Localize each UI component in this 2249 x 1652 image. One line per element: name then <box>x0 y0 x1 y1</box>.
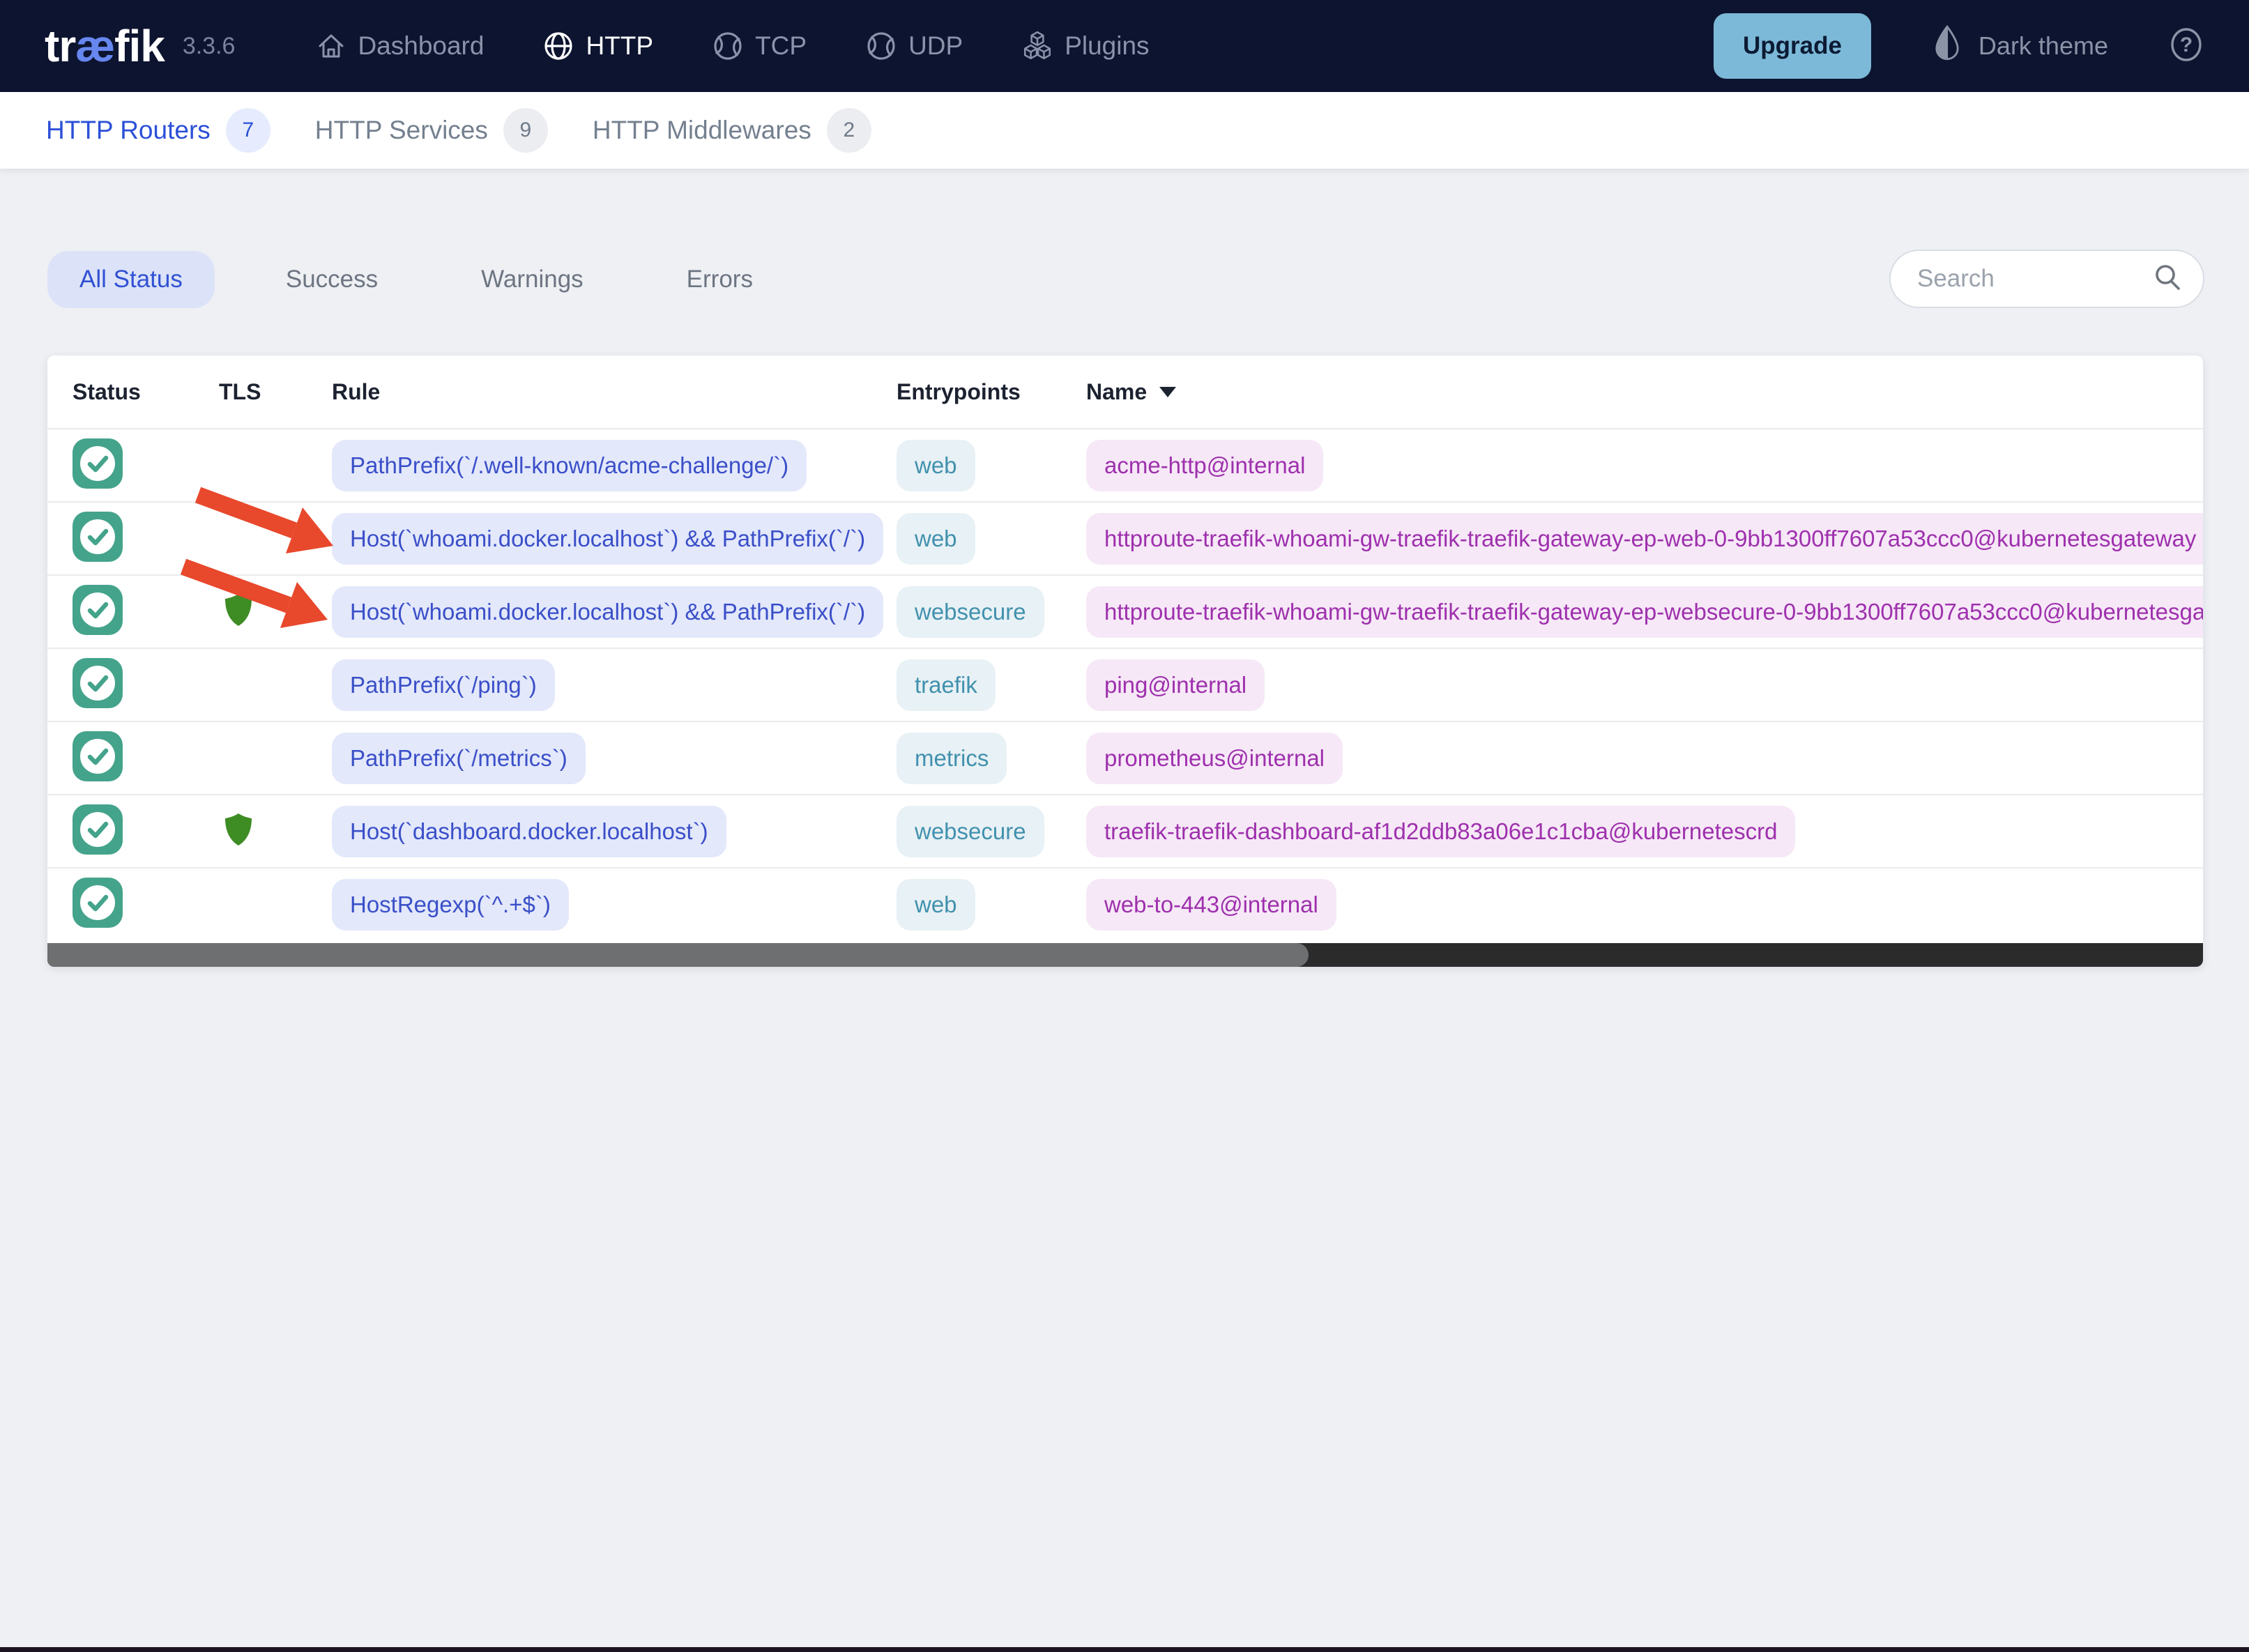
routers-table: Status TLS Rule Entrypoints Name PathPre… <box>47 355 2203 967</box>
sphere-icon <box>865 30 897 62</box>
entrypoint-chip: websecure <box>897 805 1044 857</box>
status-success-icon <box>73 585 123 635</box>
table-row[interactable]: Host(`whoami.docker.localhost`) && PathP… <box>47 501 2203 574</box>
nav-item-plugins[interactable]: Plugins <box>1021 30 1150 62</box>
dark-theme-label: Dark theme <box>1978 31 2108 60</box>
nav-item-label: Dashboard <box>358 31 485 60</box>
horizontal-scrollbar[interactable] <box>47 943 2203 967</box>
version-label: 3.3.6 <box>182 32 236 59</box>
name-chip: traefik-traefik-dashboard-af1d2ddb83a06e… <box>1086 805 1796 857</box>
sphere-icon <box>712 30 744 62</box>
tab-http-middlewares[interactable]: HTTP Middlewares 2 <box>593 108 871 153</box>
tab-http-services[interactable]: HTTP Services 9 <box>315 108 548 153</box>
search-icon <box>2151 261 2183 297</box>
window-edge <box>0 1647 2249 1652</box>
rule-chip: Host(`whoami.docker.localhost`) && PathP… <box>332 512 884 565</box>
rule-chip: Host(`whoami.docker.localhost`) && PathP… <box>332 586 884 638</box>
nav-item-http[interactable]: HTTP <box>542 30 653 62</box>
search-input[interactable] <box>1916 264 2151 293</box>
cubes-icon <box>1021 30 1053 62</box>
question-mark-icon: ? <box>2168 26 2204 66</box>
tab-http-routers[interactable]: HTTP Routers 7 <box>46 108 270 153</box>
table-header-row: Status TLS Rule Entrypoints Name <box>47 355 2203 428</box>
home-icon <box>316 31 346 61</box>
count-badge: 7 <box>225 108 270 153</box>
name-chip: acme-http@internal <box>1086 439 1324 491</box>
filter-errors[interactable]: Errors <box>655 251 785 308</box>
entrypoint-chip: websecure <box>897 586 1044 638</box>
status-success-icon <box>73 804 123 855</box>
status-success-icon <box>73 658 123 708</box>
tls-shield-icon <box>224 593 252 627</box>
nav-item-label: TCP <box>755 31 807 60</box>
entrypoint-chip: metrics <box>897 732 1007 784</box>
sort-descending-icon <box>1159 386 1177 397</box>
svg-text:?: ? <box>2180 33 2193 56</box>
contrast-droplet-icon <box>1931 24 1963 68</box>
entrypoint-chip: web <box>897 439 975 491</box>
table-row[interactable]: HostRegexp(`^.+$`) web web-to-443@intern… <box>47 867 2203 940</box>
column-header-rule[interactable]: Rule <box>332 379 897 405</box>
table-row[interactable]: Host(`dashboard.docker.localhost`) webse… <box>47 794 2203 867</box>
dark-theme-toggle[interactable]: Dark theme <box>1931 24 2108 68</box>
column-header-name[interactable]: Name <box>1086 379 2203 405</box>
column-header-entrypoints[interactable]: Entrypoints <box>897 379 1086 405</box>
nav-item-label: Plugins <box>1065 31 1150 60</box>
rule-chip: PathPrefix(`/ping`) <box>332 659 555 711</box>
name-chip: httproute-traefik-whoami-gw-traefik-trae… <box>1086 512 2203 565</box>
entrypoint-chip: web <box>897 878 975 931</box>
table-row[interactable]: PathPrefix(`/.well-known/acme-challenge/… <box>47 428 2203 501</box>
filter-warnings[interactable]: Warnings <box>449 251 616 308</box>
nav-item-label: UDP <box>908 31 963 60</box>
globe-icon <box>542 30 574 62</box>
status-success-icon <box>73 512 123 562</box>
rule-chip: PathPrefix(`/.well-known/acme-challenge/… <box>332 439 807 491</box>
tls-shield-icon <box>224 813 252 846</box>
top-navbar: træfik 3.3.6 Dashboard HTTP TCP UDP Plug… <box>0 0 2249 92</box>
status-filter-tabs: All Status Success Warnings Errors <box>47 251 785 308</box>
name-chip: web-to-443@internal <box>1086 878 1336 931</box>
nav-item-label: HTTP <box>586 31 654 60</box>
search-box <box>1889 250 2204 308</box>
table-body: PathPrefix(`/.well-known/acme-challenge/… <box>47 428 2203 940</box>
name-chip: prometheus@internal <box>1086 732 1343 784</box>
rule-chip: HostRegexp(`^.+$`) <box>332 878 569 931</box>
filter-success[interactable]: Success <box>254 251 410 308</box>
status-success-icon <box>73 438 123 489</box>
column-header-status[interactable]: Status <box>73 379 219 405</box>
name-chip: ping@internal <box>1086 659 1265 711</box>
rule-chip: PathPrefix(`/metrics`) <box>332 732 586 784</box>
filter-all-status[interactable]: All Status <box>47 251 215 308</box>
upgrade-button[interactable]: Upgrade <box>1713 13 1871 79</box>
section-tabs: HTTP Routers 7 HTTP Services 9 HTTP Midd… <box>0 92 2249 169</box>
rule-chip: Host(`dashboard.docker.localhost`) <box>332 805 726 857</box>
nav-item-dashboard[interactable]: Dashboard <box>316 31 484 61</box>
name-chip: httproute-traefik-whoami-gw-traefik-trae… <box>1086 586 2203 638</box>
status-success-icon <box>73 878 123 928</box>
nav-item-udp[interactable]: UDP <box>865 30 963 62</box>
nav-item-tcp[interactable]: TCP <box>712 30 807 62</box>
table-row[interactable]: PathPrefix(`/ping`) traefik ping@interna… <box>47 648 2203 721</box>
count-badge: 2 <box>826 108 871 153</box>
traefik-logo: træfik <box>45 21 165 71</box>
entrypoint-chip: web <box>897 512 975 565</box>
count-badge: 9 <box>503 108 548 153</box>
table-row[interactable]: Host(`whoami.docker.localhost`) && PathP… <box>47 574 2203 648</box>
entrypoint-chip: traefik <box>897 659 996 711</box>
status-success-icon <box>73 731 123 781</box>
help-button[interactable]: ? <box>2168 26 2204 66</box>
scrollbar-thumb[interactable] <box>47 943 1309 967</box>
table-row[interactable]: PathPrefix(`/metrics`) metrics prometheu… <box>47 721 2203 794</box>
column-header-tls[interactable]: TLS <box>219 379 332 405</box>
